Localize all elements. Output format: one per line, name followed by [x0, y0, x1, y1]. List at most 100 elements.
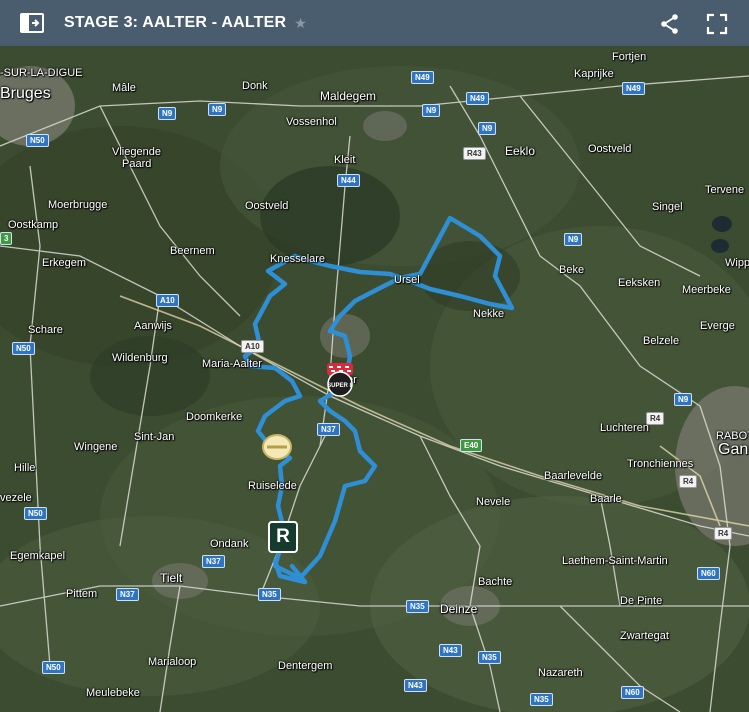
place-label-singel: Singel [652, 201, 683, 213]
place-label-baarlevelde: Baarlevelde [544, 470, 603, 482]
road-shield: N49 [466, 92, 489, 105]
road-shield: N49 [622, 82, 645, 95]
road-shield: N37 [116, 588, 139, 601]
road-shield: 3 [0, 232, 13, 245]
place-label-sint-jan: Sint-Jan [134, 431, 175, 443]
road-shield: N50 [42, 661, 65, 674]
place-label-aanwijs: Aanwijs [134, 320, 172, 332]
road-shield: N35 [478, 651, 501, 664]
place-label-egemkapel: Egemkapel [10, 550, 66, 562]
place-label-knesselare: Knesselare [270, 253, 326, 265]
place-label-maldegem: Maldegem [320, 89, 377, 103]
place-label-kleit: Kleit [334, 154, 356, 166]
place-label-tronchiennes: Tronchiennes [627, 458, 694, 470]
place-label-evergem: Everge [700, 320, 735, 332]
place-label-de-pinte: De Pinte [620, 595, 663, 607]
road-shield: N50 [12, 342, 35, 355]
place-label-meulebeke: Meulebeke [86, 687, 140, 699]
place-label-beernem: Beernem [170, 245, 215, 257]
place-label-bruges: Bruges [0, 85, 51, 102]
road-shield: A10 [241, 340, 264, 353]
place-label-wildenburg: Wildenburg [112, 352, 168, 364]
road-shield: E40 [460, 439, 483, 452]
place-label-gand: Gan [718, 441, 749, 458]
road-shield: R4 [646, 412, 665, 425]
road-shield: R4 [679, 475, 698, 488]
place-label-oostveld-w: Oostveld [245, 200, 289, 212]
place-label-oostveld-e: Oostveld [588, 143, 632, 155]
place-label-tervenen: Tervene [705, 184, 745, 196]
road-shield: N60 [621, 686, 644, 699]
place-label-nekke: Nekke [473, 308, 505, 320]
place-label-fortjen: Fortjen [612, 51, 647, 63]
place-label-schare: Schare [28, 324, 63, 336]
place-label-nazareth: Nazareth [538, 667, 583, 679]
place-label-hille: Hille [14, 462, 36, 474]
road-shield: N44 [337, 174, 360, 187]
stage-title: STAGE 3: AALTER - AALTER [64, 14, 287, 31]
place-label-ondank: Ondank [210, 538, 249, 550]
road-shield: N9 [422, 104, 441, 117]
place-label-luchteren: Luchteren [600, 422, 649, 434]
place-label-vliegende-paard-2: Paard [122, 158, 152, 170]
sidebar-toggle-icon[interactable] [17, 8, 47, 38]
place-label-zwartegat: Zwartegat [620, 630, 669, 642]
road-shield: N9 [564, 233, 583, 246]
place-label-donk: Donk [242, 80, 268, 92]
road-shield: N37 [202, 555, 225, 568]
place-label-baarle: Baarle [590, 493, 622, 505]
place-label-meerbeke: Meerbeke [682, 284, 731, 296]
place-label-eeksken: Eeksken [618, 277, 661, 289]
place-label-sur-la-digue: -SUR-LA-DIGUE [0, 67, 83, 79]
star-icon[interactable]: ★ [294, 15, 307, 32]
road-shield: R4 [714, 527, 733, 540]
road-shield: N35 [530, 693, 553, 706]
place-label-wippelgem: Wipp [725, 257, 749, 269]
road-shield: N49 [411, 71, 434, 84]
sprint-marker-label: SUPER 8 [327, 383, 353, 389]
place-label-eeklo: Eeklo [505, 144, 536, 158]
place-label-tielt: Tielt [160, 571, 183, 585]
place-label-dentergem: Dentergem [278, 660, 333, 672]
place-label-wingene: Wingene [74, 441, 118, 453]
share-icon[interactable] [658, 12, 682, 36]
place-label-zwevezele: vezele [0, 492, 32, 504]
place-label-ruiselede: Ruiselede [248, 480, 297, 492]
place-label-male: Mâle [112, 82, 136, 94]
road-shield: N50 [24, 507, 47, 520]
road-shield: N37 [317, 423, 340, 436]
place-label-oostkamp: Oostkamp [8, 219, 59, 231]
place-label-bachte: Bachte [478, 576, 513, 588]
road-shield: N60 [697, 567, 720, 580]
kom-marker[interactable] [262, 434, 292, 460]
place-label-laethem: Laethem-Saint-Martin [562, 555, 668, 567]
place-label-deinze: Deinze [440, 602, 478, 616]
route-map[interactable]: -SUR-LA-DIGUE Bruges Mâle Donk Maldegem Fortj… [0, 46, 749, 712]
road-shield: N43 [404, 679, 427, 692]
place-label-vliegende-paard: Vliegende [112, 146, 161, 158]
place-label-doomkerke: Doomkerke [186, 411, 243, 423]
road-shield: N35 [406, 600, 429, 613]
place-label-marialoop: Marialoop [148, 656, 197, 668]
place-label-beke: Beke [559, 264, 585, 276]
map-header: STAGE 3: AALTER - AALTER ★ [0, 0, 749, 46]
place-label-ursel: Ursel [394, 274, 420, 286]
start-finish-marker[interactable]: R [268, 521, 298, 553]
road-shield: A10 [156, 294, 179, 307]
road-shield: N9 [208, 103, 227, 116]
sprint-marker[interactable]: SUPER 8 [323, 363, 357, 397]
road-shield: N9 [674, 393, 693, 406]
road-shield: N9 [158, 107, 177, 120]
place-label-erkegem: Erkegem [42, 257, 87, 269]
place-label-nevele: Nevele [476, 496, 511, 508]
place-label-vossenhol: Vossenhol [286, 116, 337, 128]
road-shield: N9 [478, 122, 497, 135]
place-label-pittem: Pittem [66, 588, 98, 600]
fullscreen-icon[interactable] [705, 12, 729, 36]
place-label-belzele: Belzele [643, 335, 680, 347]
road-shield: N35 [258, 588, 281, 601]
road-shield: N43 [439, 644, 462, 657]
road-shield: N50 [26, 134, 49, 147]
place-label-moerbrugge: Moerbrugge [48, 199, 108, 211]
place-label-kaprijke: Kaprijke [574, 68, 614, 80]
